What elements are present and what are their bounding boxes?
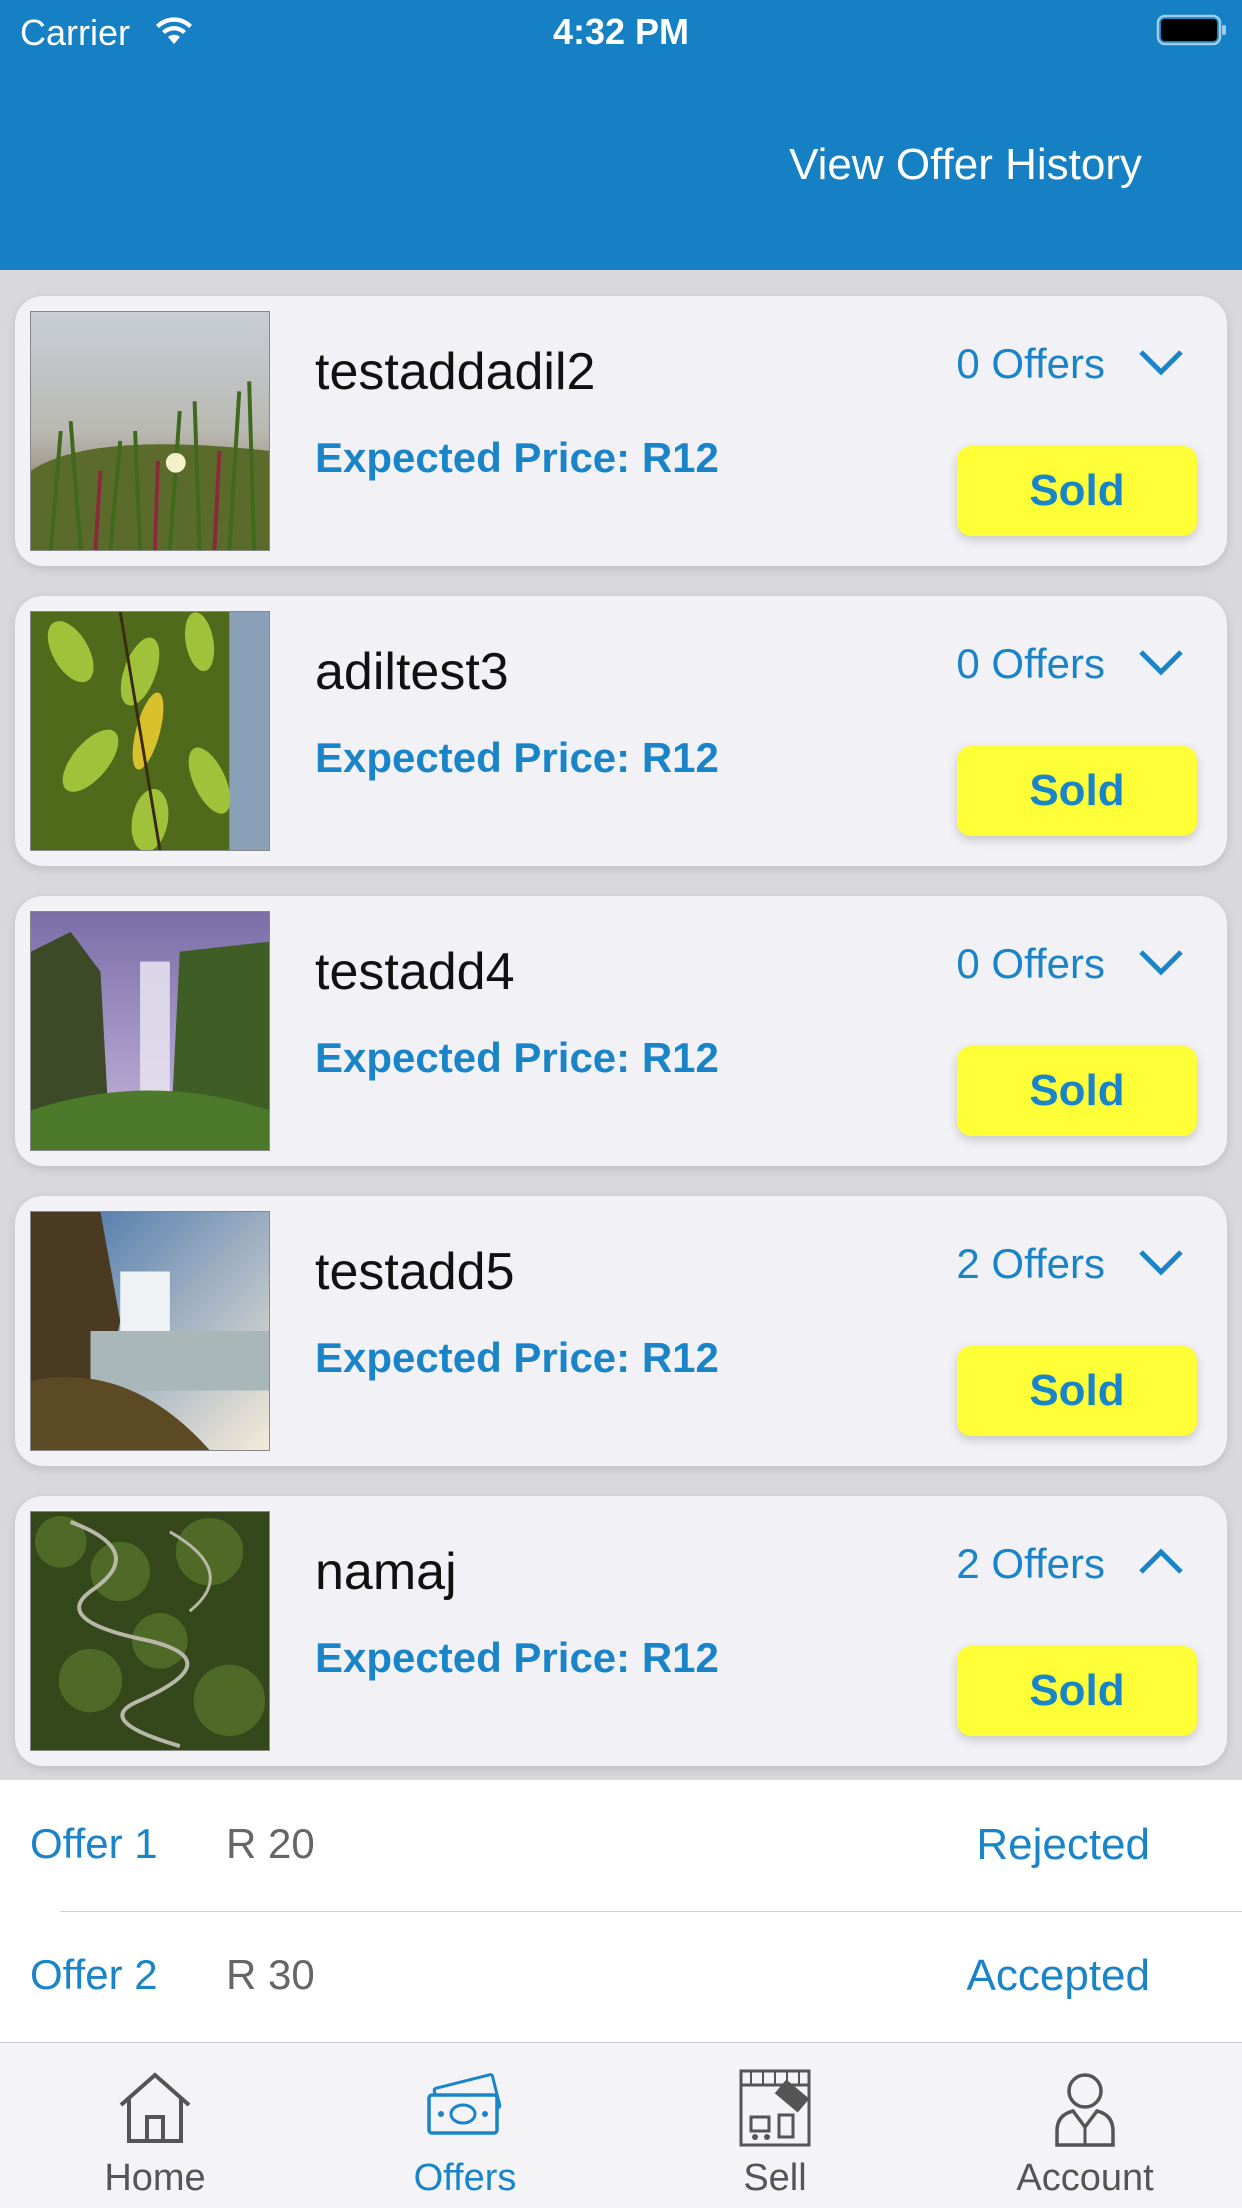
battery-icon bbox=[1156, 14, 1226, 46]
listing-card[interactable]: testadd5 Expected Price: R12 2 Offers So… bbox=[15, 1196, 1227, 1466]
expected-price: Expected Price: R12 bbox=[315, 734, 719, 781]
home-icon bbox=[119, 2072, 191, 2143]
listing-image[interactable] bbox=[30, 611, 270, 851]
listing-title: testadd4 bbox=[315, 943, 515, 1001]
listing-card[interactable]: testaddadil2 Expected Price: R12 0 Offer… bbox=[15, 296, 1227, 566]
listing-image[interactable] bbox=[30, 311, 270, 551]
chevron-down-icon[interactable] bbox=[1135, 1242, 1187, 1282]
offer-label: Offer 2 bbox=[30, 1951, 158, 1998]
offers-count[interactable]: 0 Offers bbox=[956, 640, 1105, 688]
offer-status: Rejected bbox=[976, 1820, 1150, 1869]
offers-count[interactable]: 0 Offers bbox=[956, 340, 1105, 388]
listing-list: testaddadil2 Expected Price: R12 0 Offer… bbox=[15, 296, 1227, 1796]
sold-button[interactable]: Sold bbox=[957, 746, 1197, 836]
offer-list: Offer 1 R 20 Rejected Offer 2 R 30 Accep… bbox=[0, 1780, 1242, 2042]
user-icon bbox=[1055, 2073, 1115, 2147]
chevron-up-icon[interactable] bbox=[1135, 1542, 1187, 1582]
sold-button[interactable]: Sold bbox=[957, 1346, 1197, 1436]
listing-title: testaddadil2 bbox=[315, 343, 596, 401]
sold-button[interactable]: Sold bbox=[957, 1046, 1197, 1136]
expected-price: Expected Price: R12 bbox=[315, 434, 719, 481]
tab-label: Offers bbox=[413, 2157, 517, 2199]
offer-amount: R 30 bbox=[226, 1951, 315, 1998]
offer-label: Offer 1 bbox=[30, 1820, 158, 1867]
listing-image[interactable] bbox=[30, 1211, 270, 1451]
listing-image[interactable] bbox=[30, 911, 270, 1151]
tab-offers[interactable]: Offers bbox=[310, 2043, 620, 2208]
listing-card[interactable]: testadd4 Expected Price: R12 0 Offers So… bbox=[15, 896, 1227, 1166]
offers-count[interactable]: 0 Offers bbox=[956, 940, 1105, 988]
offer-status: Accepted bbox=[966, 1951, 1150, 2000]
offers-count[interactable]: 2 Offers bbox=[956, 1240, 1105, 1288]
expected-price: Expected Price: R12 bbox=[315, 1334, 719, 1381]
tab-home[interactable]: Home bbox=[0, 2043, 310, 2208]
listing-card[interactable]: namaj Expected Price: R12 2 Offers Sold bbox=[15, 1496, 1227, 1766]
tab-label: Home bbox=[104, 2157, 206, 2199]
header: Carrier 4:32 PM View Offer History bbox=[0, 0, 1242, 270]
offers-screen: Carrier 4:32 PM View Offer History testa… bbox=[0, 0, 1242, 2208]
chevron-down-icon[interactable] bbox=[1135, 342, 1187, 382]
listing-title: testadd5 bbox=[315, 1243, 515, 1301]
status-bar: Carrier 4:32 PM bbox=[0, 0, 1242, 62]
tab-sell[interactable]: Sell bbox=[620, 2043, 930, 2208]
offer-row[interactable]: Offer 2 R 30 Accepted bbox=[0, 1911, 1242, 2042]
expected-price: Expected Price: R12 bbox=[315, 1634, 719, 1681]
tab-label: Sell bbox=[743, 2157, 807, 2199]
offer-row[interactable]: Offer 1 R 20 Rejected bbox=[0, 1780, 1242, 1911]
chevron-down-icon[interactable] bbox=[1135, 942, 1187, 982]
listing-title: adiltest3 bbox=[315, 643, 509, 701]
tab-account[interactable]: Account bbox=[930, 2043, 1240, 2208]
status-time: 4:32 PM bbox=[552, 11, 690, 52]
tab-bar: Home Offers Sell Account bbox=[0, 2042, 1242, 2208]
sale-shop-icon bbox=[739, 2069, 811, 2147]
listing-title: namaj bbox=[315, 1543, 457, 1601]
sold-button[interactable]: Sold bbox=[957, 1646, 1197, 1736]
expected-price: Expected Price: R12 bbox=[315, 1034, 719, 1081]
sold-button[interactable]: Sold bbox=[957, 446, 1197, 536]
listing-image[interactable] bbox=[30, 1511, 270, 1751]
offers-count[interactable]: 2 Offers bbox=[956, 1540, 1105, 1588]
offer-amount: R 20 bbox=[226, 1820, 315, 1867]
tab-label: Account bbox=[1016, 2157, 1154, 2199]
listing-card[interactable]: adiltest3 Expected Price: R12 0 Offers S… bbox=[15, 596, 1227, 866]
view-offer-history-button[interactable]: View Offer History bbox=[789, 140, 1142, 190]
chevron-down-icon[interactable] bbox=[1135, 642, 1187, 682]
money-icon bbox=[427, 2073, 502, 2135]
